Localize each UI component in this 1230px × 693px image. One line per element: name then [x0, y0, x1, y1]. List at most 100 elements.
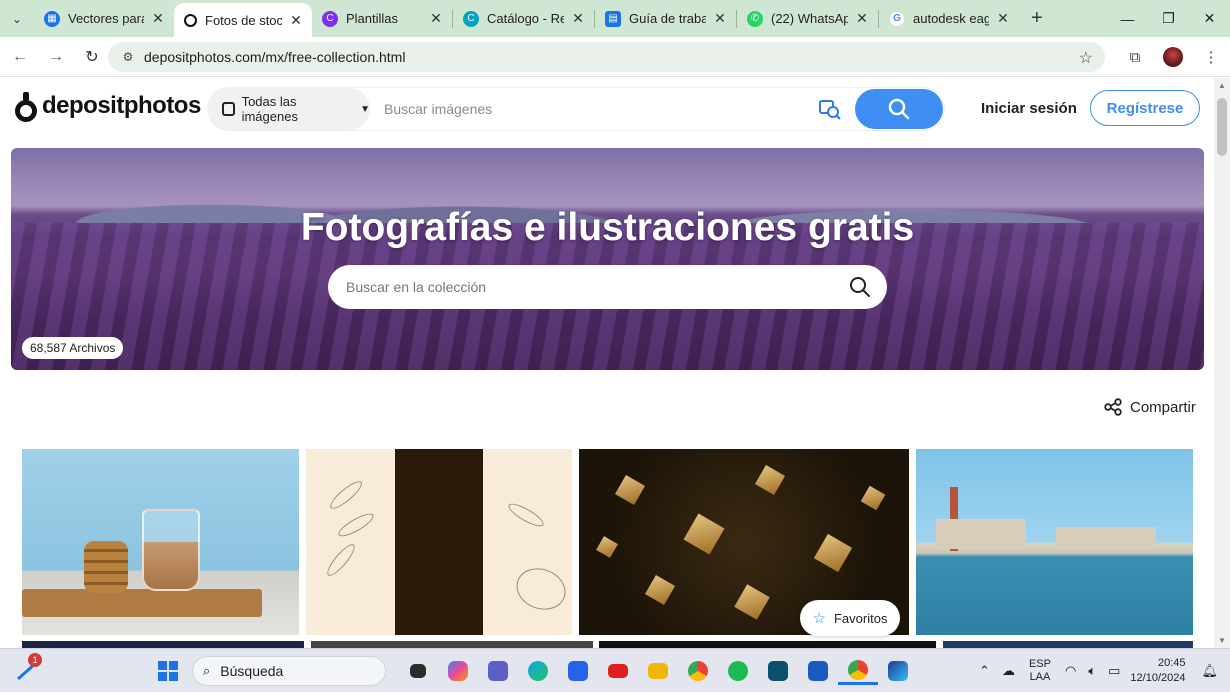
flower-line	[510, 561, 572, 617]
restore-icon[interactable]: ❐	[1148, 0, 1189, 37]
edge-icon[interactable]	[518, 657, 558, 685]
tab-autodesk[interactable]: G autodesk eagle ✕	[879, 0, 1019, 37]
site-info-icon[interactable]: ⚙	[114, 50, 142, 64]
close-tab-icon[interactable]: ✕	[428, 10, 444, 27]
tab-depositphotos[interactable]: Fotos de stock e ✕	[174, 3, 312, 37]
favorites-button[interactable]: ☆ Favoritos	[800, 600, 900, 636]
close-window-icon[interactable]: ✕	[1189, 0, 1230, 37]
close-tab-icon[interactable]: ✕	[570, 10, 586, 27]
search-icon	[888, 98, 910, 120]
teams-icon[interactable]	[478, 657, 518, 685]
chrome-active-icon[interactable]	[838, 657, 878, 685]
store-icon[interactable]	[558, 657, 598, 685]
search-button[interactable]	[855, 89, 943, 129]
header-search-box: Todas las imágenes ▼	[208, 88, 944, 130]
bookmark-star-icon[interactable]: ☆	[1079, 48, 1093, 68]
close-tab-icon[interactable]: ✕	[995, 10, 1011, 27]
depositphotos-logo[interactable]: depositphotos	[15, 92, 201, 122]
photo-row2-3[interactable]	[599, 641, 936, 648]
dark-panel	[395, 449, 483, 635]
profile-avatar[interactable]	[1154, 47, 1192, 67]
task-view-icon[interactable]	[398, 657, 438, 685]
photo-botanical-lines[interactable]	[306, 449, 572, 635]
forward-arrow-icon[interactable]: →	[40, 41, 72, 73]
volume-icon[interactable]: 🔈︎	[1088, 663, 1096, 679]
notification-badge: 1	[28, 653, 42, 667]
caret-down-icon: ▼	[360, 103, 370, 115]
close-tab-icon[interactable]: ✕	[288, 12, 304, 29]
category-select[interactable]: Todas las imágenes ▼	[208, 88, 370, 130]
system-tray: ⌃ ☁ ESP LAA ◠ 🔈︎ ▭ 20:45 12/10/2024 🔔︎	[973, 649, 1230, 693]
notifications-bell-icon[interactable]: 🔔︎	[1201, 663, 1218, 679]
wooden-board	[22, 589, 262, 617]
search-icon: ⌕	[203, 663, 211, 678]
address-bar[interactable]: ⚙ depositphotos.com/mx/free-collection.h…	[108, 42, 1105, 72]
close-tab-icon[interactable]: ✕	[854, 10, 870, 27]
browser-menu-icon[interactable]: ⋮	[1192, 48, 1230, 66]
collection-search-input[interactable]	[346, 277, 826, 297]
page-scrollbar[interactable]: ▲ ▼	[1214, 78, 1230, 648]
photo-venice-lagoon[interactable]	[916, 449, 1193, 635]
vpn-icon[interactable]	[758, 657, 798, 685]
share-button[interactable]: Compartir	[1104, 398, 1196, 416]
back-arrow-icon[interactable]: ←	[4, 41, 36, 73]
leaf-line	[323, 540, 359, 580]
search-icon[interactable]	[849, 276, 871, 298]
file-explorer-icon[interactable]	[638, 657, 678, 685]
files-count-badge: 68,587 Archivos	[22, 337, 124, 359]
clock[interactable]: 20:45 12/10/2024	[1130, 656, 1185, 686]
site-header: depositphotos Todas las imágenes ▼ Inici…	[0, 78, 1214, 140]
spotify-icon[interactable]	[718, 657, 758, 685]
scroll-up-icon[interactable]: ▲	[1218, 81, 1226, 90]
chevron-up-icon[interactable]: ⌃	[979, 663, 990, 679]
extensions-puzzle-icon[interactable]: ⧉	[1116, 49, 1154, 66]
building	[936, 519, 1026, 549]
doc-icon: ▤	[605, 10, 621, 27]
onedrive-icon[interactable]: ☁	[1002, 663, 1015, 679]
photo-row2-2[interactable]	[311, 641, 593, 648]
windows-start-icon[interactable]	[158, 661, 178, 681]
toolbar-right: ⧉ ⋮	[1116, 37, 1230, 77]
hero-banner: Fotografías e ilustraciones gratis 68,58…	[11, 148, 1204, 370]
word-icon[interactable]	[798, 657, 838, 685]
photo-cookies-coffee[interactable]	[22, 449, 299, 635]
scrollbar-thumb[interactable]	[1217, 98, 1227, 156]
register-button[interactable]: Regístrese	[1090, 90, 1200, 126]
close-tab-icon[interactable]: ✕	[712, 10, 728, 27]
tab-plantillas[interactable]: C Plantillas ✕	[312, 0, 452, 37]
chrome-icon[interactable]	[678, 657, 718, 685]
minimize-icon[interactable]: —	[1107, 0, 1148, 37]
gold-cube	[683, 513, 725, 555]
tab-catalogo[interactable]: C Catálogo - Revis ✕	[453, 0, 594, 37]
new-tab-plus-icon[interactable]: +	[1031, 7, 1043, 30]
star-icon: ☆	[812, 610, 826, 627]
youtube-icon[interactable]	[598, 657, 638, 685]
tab-vectores[interactable]: ▦ Vectores para de ✕	[34, 0, 174, 37]
scroll-down-icon[interactable]: ▼	[1218, 636, 1226, 645]
wifi-icon[interactable]: ◠	[1065, 663, 1076, 679]
gold-cube	[754, 464, 786, 496]
photo-row2-1[interactable]	[22, 641, 304, 648]
copilot-icon[interactable]	[438, 657, 478, 685]
photo-row2-4[interactable]	[943, 641, 1193, 648]
browser-tabstrip: ⌄ ▦ Vectores para de ✕ Fotos de stock e …	[0, 0, 1230, 37]
reload-icon[interactable]: ↻	[76, 41, 108, 73]
language-indicator[interactable]: ESP LAA	[1029, 658, 1051, 684]
gold-cube	[813, 533, 853, 573]
battery-icon[interactable]: ▭	[1108, 663, 1120, 679]
gold-cube	[614, 474, 646, 506]
visual-search-icon[interactable]	[818, 98, 842, 122]
leaf-line	[326, 477, 366, 513]
image-category-icon	[222, 102, 235, 116]
canva-icon: C	[322, 10, 338, 27]
photos-icon[interactable]	[878, 657, 918, 685]
tab-search-chevron-icon[interactable]: ⌄	[0, 0, 34, 37]
taskbar-search[interactable]: ⌕ Búsqueda	[192, 656, 386, 686]
url-text[interactable]: depositphotos.com/mx/free-collection.htm…	[144, 49, 405, 65]
window-controls: — ❐ ✕	[1107, 0, 1230, 37]
tab-whatsapp[interactable]: ✆ (22) WhatsApp ✕	[737, 0, 878, 37]
close-tab-icon[interactable]: ✕	[150, 10, 166, 27]
header-search-input[interactable]	[384, 98, 804, 120]
signin-link[interactable]: Iniciar sesión	[981, 100, 1077, 117]
tab-guia[interactable]: ▤ Guía de trabajo ✕	[595, 0, 736, 37]
